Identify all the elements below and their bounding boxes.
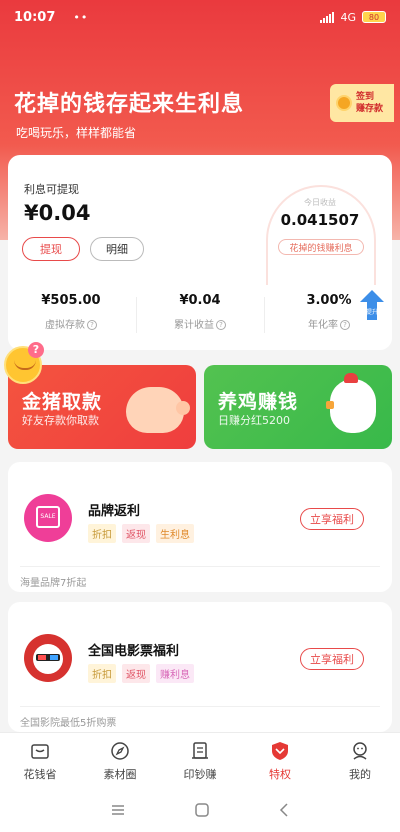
wallet-icon: [31, 744, 49, 759]
offer-tag: 返现: [122, 524, 150, 543]
menu-icon[interactable]: [110, 803, 126, 817]
status-right: 4G 80: [320, 11, 386, 24]
network-type: 4G: [340, 10, 356, 24]
status-time: 10:07: [14, 9, 56, 25]
user-icon: [353, 742, 367, 760]
today-earnings-value: 0.041507: [280, 211, 360, 229]
stat-total-earnings: ¥0.04 累计收益?: [145, 293, 255, 331]
signin-earn-button[interactable]: 签到 赚存款: [330, 84, 394, 122]
detail-button[interactable]: 明细: [90, 237, 144, 261]
offer-tag: 折扣: [88, 524, 116, 543]
offer-footer: 海量品牌7折起: [20, 578, 87, 589]
promo-subtitle: 日赚分红5200: [218, 414, 290, 427]
stat-value: ¥505.00: [41, 293, 101, 308]
system-navigation-bar: [0, 788, 400, 832]
offer-footer: 全国影院最低5折购票: [20, 718, 117, 729]
enjoy-benefit-button[interactable]: 立享福利: [300, 508, 364, 530]
offer-tag: 折扣: [88, 664, 116, 683]
hero-subtitle: 吃喝玩乐，样样都能省: [16, 126, 137, 140]
help-icon[interactable]: ?: [216, 320, 226, 330]
today-earnings-tag: 花掉的钱赚利息: [278, 239, 364, 255]
stat-virtual-deposit: ¥505.00 虚拟存款?: [16, 293, 126, 331]
stat-value: ¥0.04: [179, 293, 221, 308]
withdrawable-amount: ¥0.04: [24, 201, 91, 225]
offer-title: 全国电影票福利: [88, 644, 180, 659]
notification-dots: ••: [73, 10, 89, 24]
enjoy-benefit-button[interactable]: 立享福利: [300, 648, 364, 670]
signin-label: 签到 赚存款: [356, 91, 383, 115]
withdraw-button[interactable]: 提现: [22, 237, 80, 261]
sale-bag-icon: SALE: [24, 494, 72, 542]
offer-tag: 赚利息: [156, 664, 194, 683]
bottom-tab-bar: 花钱省 素材圈 印钞赚 特权 我的: [0, 732, 400, 788]
help-icon[interactable]: ?: [340, 320, 350, 330]
rate-boost-icon[interactable]: 提升: [360, 290, 384, 320]
offer-divider: [20, 566, 380, 567]
chicken-icon: [326, 373, 376, 433]
offer-tag: 返现: [122, 664, 150, 683]
tab-label: 我的: [349, 768, 371, 781]
status-bar: 10:07 •• 4G 80: [0, 0, 400, 34]
promo-subtitle: 好友存款你取款: [22, 414, 99, 427]
tab-label: 特权: [269, 768, 291, 781]
promo-title: 金猪取款: [22, 391, 103, 413]
offer-tags: 折扣 返现 生利息: [88, 524, 194, 543]
signal-icon: [320, 11, 335, 23]
printer-icon: [192, 742, 208, 759]
today-earnings-label: 今日收益: [304, 198, 336, 207]
raise-chicken-card[interactable]: 养鸡赚钱 日赚分红5200: [204, 365, 392, 449]
stat-label: 累计收益?: [145, 316, 255, 331]
offer-tags: 折扣 返现 赚利息: [88, 664, 194, 683]
tab-label: 素材圈: [103, 768, 137, 781]
up-badge-label: 提升: [366, 308, 378, 316]
mascot-float-icon[interactable]: ?: [4, 342, 44, 384]
sale-bag-label: SALE: [36, 506, 60, 528]
coin-icon: [336, 95, 352, 111]
help-icon[interactable]: ?: [87, 320, 97, 330]
shield-icon: [272, 742, 288, 760]
mascot-face: [14, 360, 36, 370]
offer-brand-rebate[interactable]: SALE 品牌返利 折扣 返现 生利息 立享福利 海量品牌7折起: [8, 462, 392, 592]
back-icon[interactable]: [278, 802, 290, 818]
stat-label: 虚拟存款?: [16, 316, 126, 331]
promo-title: 养鸡赚钱: [218, 391, 299, 413]
tab-label: 印钞赚: [183, 768, 217, 781]
signin-line2: 赚存款: [356, 104, 384, 114]
signin-line1: 签到: [356, 92, 375, 102]
stat-divider: [136, 297, 137, 333]
home-icon[interactable]: [194, 802, 210, 818]
piggy-bank-icon: [126, 387, 190, 433]
tab-material-circle[interactable]: 素材圈: [80, 733, 160, 788]
offer-movie-tickets[interactable]: 全国电影票福利 折扣 返现 赚利息 立享福利 全国影院最低5折购票: [8, 602, 392, 732]
mascot-badge: ?: [28, 342, 44, 358]
withdrawable-label: 利息可提现: [24, 183, 79, 196]
compass-icon: [111, 742, 129, 760]
stat-divider: [264, 297, 265, 333]
offer-divider: [20, 706, 380, 707]
tab-mine[interactable]: 我的: [320, 733, 400, 788]
tab-privileges[interactable]: 特权: [240, 733, 320, 788]
offer-tag: 生利息: [156, 524, 194, 543]
battery-level: 80: [368, 12, 380, 22]
tab-save-spending[interactable]: 花钱省: [0, 733, 80, 788]
interest-summary-card: 利息可提现 ¥0.04 提现 明细 今日收益 0.041507 花掉的钱赚利息 …: [8, 155, 392, 350]
battery-icon: 80: [362, 11, 386, 23]
offer-title: 品牌返利: [88, 504, 141, 519]
tab-label: 花钱省: [23, 768, 57, 781]
tab-print-money[interactable]: 印钞赚: [160, 733, 240, 788]
movie-glasses-icon: [24, 634, 72, 682]
hero-title: 花掉的钱存起来生利息: [14, 92, 245, 117]
